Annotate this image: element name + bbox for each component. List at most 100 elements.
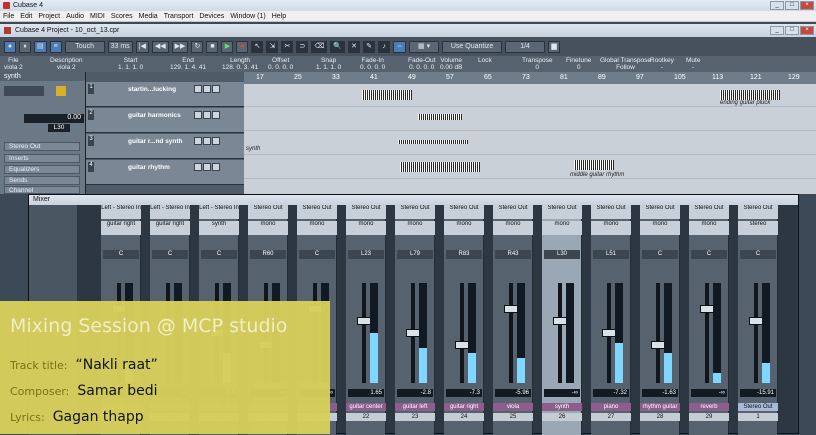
channel-routing[interactable]: Stereo Out (738, 205, 778, 219)
inspector-equalizers[interactable]: Equalizers (4, 165, 80, 174)
volume-fader-track[interactable] (509, 283, 513, 383)
menu-edit[interactable]: Edit (20, 13, 32, 20)
solo-button[interactable] (203, 137, 211, 145)
activate-project-button[interactable]: ● (4, 40, 16, 53)
channel-routing[interactable]: Left - Stereo In (101, 205, 141, 219)
channel-name[interactable]: synth (542, 403, 582, 411)
menu-transport[interactable]: Transport (164, 13, 194, 20)
track-name[interactable]: guitar rhythm (128, 164, 170, 171)
pan-value[interactable]: C (740, 250, 776, 259)
track-lane[interactable]: synth (244, 132, 816, 155)
volume-fader-handle[interactable] (651, 341, 665, 349)
pan-value[interactable]: R43 (495, 250, 531, 259)
eraser-tool-icon[interactable]: ⌫ (311, 40, 328, 53)
infoline-value[interactable]: - (686, 64, 700, 71)
maximize-button[interactable]: □ (785, 1, 799, 10)
volume-fader-handle[interactable] (357, 317, 371, 325)
infoline-value[interactable]: 128. 0. 3. 41 (222, 64, 258, 71)
track-lane[interactable] (244, 108, 816, 131)
channel-input[interactable]: mono (395, 221, 435, 235)
show-inspector-button[interactable]: ▤ (34, 40, 47, 53)
channel-routing[interactable]: Stereo Out (493, 205, 533, 219)
volume-fader-handle[interactable] (749, 317, 763, 325)
infoline-field[interactable]: Start 1. 1. 1. 0 (118, 57, 143, 71)
read-button[interactable] (212, 137, 220, 145)
channel-name[interactable]: piano (591, 403, 631, 411)
quantize-select[interactable]: Use Quantize (442, 40, 503, 53)
channel-strip[interactable]: Stereo Out stereo C -15.91 Stereo Out 1 (738, 205, 778, 435)
infoline-field[interactable]: File viola 2 (4, 57, 23, 71)
track-lane[interactable]: middle guitar rhythm (244, 156, 816, 179)
volume-fader-track[interactable] (656, 283, 660, 383)
volume-fader-track[interactable] (362, 283, 366, 383)
volume-fader-handle[interactable] (504, 305, 518, 313)
channel-name[interactable]: viola (493, 403, 533, 411)
read-button[interactable] (212, 163, 220, 171)
channel-routing[interactable]: Stereo Out (640, 205, 680, 219)
audio-event[interactable] (720, 90, 780, 100)
channel-routing[interactable]: Stereo Out (444, 205, 484, 219)
inspector-channel[interactable]: Channel (4, 186, 80, 194)
infoline-value[interactable]: 0. 0. 0. 0 (268, 64, 293, 71)
channel-input[interactable]: stereo (738, 221, 778, 235)
volume-fader-track[interactable] (558, 283, 562, 383)
pan-value[interactable]: L51 (593, 250, 629, 259)
channel-routing[interactable]: Left - Stereo In (199, 205, 239, 219)
infoline-value[interactable]: Follow (600, 64, 651, 71)
show-infoline-button[interactable]: ≡ (49, 40, 62, 53)
infoline-field[interactable]: Length 128. 0. 3. 41 (222, 57, 258, 71)
project-close-button[interactable]: × (800, 26, 814, 35)
mute-button[interactable] (194, 111, 202, 119)
channel-input[interactable]: mono (493, 221, 533, 235)
channel-input[interactable]: mono (444, 221, 484, 235)
channel-input[interactable]: synth (199, 221, 239, 235)
track-row[interactable]: 1 startin...lucking (86, 82, 244, 107)
infoline-field[interactable]: Volume 0.00 dB (440, 57, 462, 71)
inspector-inserts[interactable]: Inserts (4, 154, 80, 163)
edit-button[interactable] (56, 86, 66, 96)
channel-strip[interactable]: Stereo Out mono R43 -5.96 viola 25 (493, 205, 533, 435)
infoline-value[interactable]: 129. 1. 4. 41 (170, 64, 206, 71)
track-name[interactable]: startin...lucking (128, 86, 176, 93)
pan-value[interactable]: C (103, 250, 139, 259)
grid-select[interactable]: 1/4 (505, 40, 546, 53)
volume-fader-track[interactable] (705, 283, 709, 383)
channel-strip[interactable]: Stereo Out mono L79 -2.8 guitar left 23 (395, 205, 435, 435)
infoline-field[interactable]: Transpose 0 (522, 57, 552, 71)
volume-fader-handle[interactable] (602, 329, 616, 337)
project-maximize-button[interactable]: □ (785, 26, 799, 35)
minimize-button[interactable]: _ (770, 1, 784, 10)
channel-strip[interactable]: Stereo Out mono R83 -7.3 guitar right 24 (444, 205, 484, 435)
channel-routing[interactable]: Stereo Out (248, 205, 288, 219)
menu-midi[interactable]: MIDI (90, 13, 105, 20)
event-display[interactable]: 17 25 33 41 49 57 65 73 81 89 97 105 113 121 129 endin… (244, 72, 816, 194)
infoline-field[interactable]: End 129. 1. 4. 41 (170, 57, 206, 71)
channel-name[interactable]: guitar left (395, 403, 435, 411)
infoline-field[interactable]: Fade-In 0. 0. 0. 0 (360, 57, 385, 71)
colorize-button[interactable]: ▆ (548, 40, 561, 53)
channel-routing[interactable]: Stereo Out (395, 205, 435, 219)
channel-input[interactable]: mono (346, 221, 386, 235)
menu-media[interactable]: Media (139, 13, 158, 20)
infoline-value[interactable]: 0. 0. 0. 0 (360, 64, 385, 71)
inspector-output[interactable]: Stereo Out (4, 142, 80, 151)
channel-routing[interactable]: Left - Stereo In (150, 205, 190, 219)
channel-routing[interactable]: Stereo Out (346, 205, 386, 219)
infoline-field[interactable]: Mute - (686, 57, 700, 71)
infoline-value[interactable]: 0 (566, 64, 591, 71)
split-tool-icon[interactable]: ✂ (281, 40, 294, 53)
solo-button[interactable] (203, 111, 211, 119)
track-row[interactable]: 4 guitar rhythm (86, 160, 244, 185)
channel-name[interactable]: guitar right (444, 403, 484, 411)
zoom-tool-icon[interactable]: 🔍 (330, 40, 346, 53)
inspector-pan[interactable]: L30 (48, 124, 70, 132)
menu-scores[interactable]: Scores (111, 13, 133, 20)
audio-event[interactable] (400, 162, 480, 172)
rewind-button[interactable]: ◀◀ (151, 40, 169, 53)
menu-file[interactable]: File (3, 13, 14, 20)
pan-value[interactable]: R83 (446, 250, 482, 259)
channel-input[interactable]: guitar right (150, 221, 190, 235)
automation-mode-select[interactable]: Touch (64, 40, 105, 53)
close-button[interactable]: × (800, 1, 814, 10)
mute-button[interactable] (194, 137, 202, 145)
